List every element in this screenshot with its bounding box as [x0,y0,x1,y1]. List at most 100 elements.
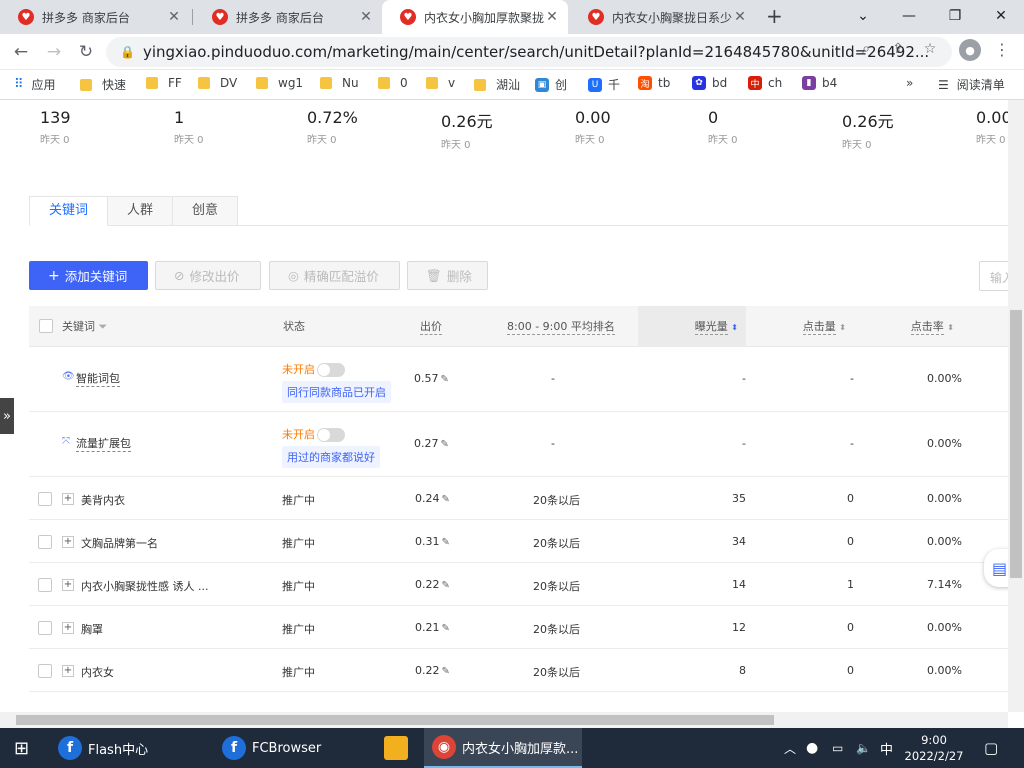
tray-overflow-icon[interactable]: ︿ [784,728,796,768]
add-keyword-button[interactable]: + 添加关键词 [29,261,148,290]
metric-item: 0.00 昨天 0 [976,108,1008,146]
sort-icon: ⬍ [839,323,846,332]
taskbar-chrome[interactable]: ◉ 内衣女小胸加厚款... [424,728,582,768]
delete-button[interactable]: 🗑 删除 [407,261,488,290]
edit-icon[interactable]: ✎ [441,439,449,450]
bookmark-apps[interactable]: ⠿ 应用 [14,76,56,93]
expand-plus-icon[interactable]: + [62,622,74,634]
folder-icon [384,736,408,760]
bookmark-folder[interactable]: 快速 [80,76,126,93]
folder-icon [426,77,438,89]
header-impressions[interactable]: 曝光量 ⬍ [638,306,746,347]
row-checkbox[interactable] [38,621,52,635]
bookmarks-overflow-icon[interactable]: » [906,76,913,90]
select-all-checkbox[interactable] [39,319,53,333]
bookmark-folder[interactable]: 湖汕 [474,76,520,93]
browser-tab[interactable]: ♥ 内衣女小胸聚拢日系少 ✕ [570,0,756,34]
notification-icon[interactable]: ▢ [984,728,998,768]
header-clicks[interactable]: 点击量 ⬍ [746,306,854,347]
bookmark-item[interactable]: 中 ch [748,76,782,90]
smart-package-toggle[interactable] [317,363,345,377]
vertical-scrollbar-thumb[interactable] [1010,310,1022,578]
expand-plus-icon[interactable]: + [62,579,74,591]
baidu-paw-icon: ✿ [692,76,706,90]
expand-plus-icon[interactable]: + [62,493,74,505]
bookmark-folder[interactable]: Nu [320,76,359,90]
browser-tab[interactable]: ♥ 拼多多 商家后台 ✕ [194,0,382,34]
reading-list[interactable]: ☰ 阅读清单 [938,76,1005,93]
pinduoduo-favicon-icon: ♥ [588,9,604,25]
exact-match-premium-button[interactable]: ◎ 精确匹配溢价 [269,261,400,290]
ime-indicator[interactable]: 中 [880,728,893,768]
tab-search-chevron-icon[interactable]: ⌄ [840,2,886,30]
bookmark-folder[interactable]: wg1 [256,76,303,90]
edit-icon[interactable]: ✎ [442,494,450,505]
forward-arrow-icon[interactable]: → [42,40,66,64]
network-icon[interactable]: ▭ [832,728,843,768]
more-menu-icon[interactable]: ⋮ [992,39,1012,59]
taskbar-flash-center[interactable]: f Flash中心 [58,728,148,768]
edit-icon[interactable]: ✎ [442,580,450,591]
header-ctr[interactable]: 点击率 ⬍ [854,306,962,347]
bookmark-folder[interactable]: v [426,76,455,90]
tab-creative[interactable]: 创意 [173,196,239,226]
windows-start-icon[interactable]: ⊞ [14,728,29,768]
edit-icon[interactable]: ✎ [442,623,450,634]
minimize-icon[interactable]: — [886,2,932,30]
bookmark-item[interactable]: ✿ bd [692,76,727,90]
close-icon[interactable]: ✕ [732,9,748,25]
horizontal-scrollbar-thumb[interactable] [16,715,774,725]
profile-avatar-icon[interactable]: ● [959,39,981,61]
tab-audience[interactable]: 人群 [108,196,174,226]
expand-plus-icon[interactable]: + [62,665,74,677]
close-icon[interactable]: ✕ [166,9,182,25]
browser-tab[interactable]: ♥ 拼多多 商家后台 ✕ [0,0,190,34]
traffic-expansion-ctr: 0.00% [927,437,962,450]
share-icon[interactable]: ⇪ [888,39,908,59]
close-icon[interactable]: ✕ [358,9,374,25]
restore-icon[interactable]: ❐ [932,2,978,30]
address-bar[interactable]: 🔒 yingxiao.pinduoduo.com/marketing/main/… [106,37,952,67]
filter-icon[interactable]: ⏷ [99,320,108,333]
bookmark-folder[interactable]: DV [198,76,237,90]
back-arrow-icon[interactable]: ← [9,40,33,64]
bookmark-folder[interactable]: 0 [378,76,408,90]
lock-icon: 🔒 [120,45,135,59]
bookmark-item[interactable]: ▮ b4 [802,76,837,90]
bookmark-item[interactable]: 淘 tb [638,76,670,90]
reload-icon[interactable]: ↻ [74,40,98,64]
taskbar-file-explorer[interactable] [384,728,414,768]
volume-icon[interactable]: 🔈 [856,728,871,768]
tab-title: 拼多多 商家后台 [42,10,130,25]
expand-plus-icon[interactable]: + [62,536,74,548]
smart-package-name[interactable]: 智能词包 [76,370,120,387]
traffic-expansion-toggle[interactable] [317,428,345,442]
edit-icon[interactable]: ✎ [442,666,450,677]
tab-keywords[interactable]: 关键词 [29,196,109,226]
clock[interactable]: 9:00 2022/2/27 [902,728,966,768]
edit-icon[interactable]: ✎ [442,537,450,548]
tab-title: 拼多多 商家后台 [236,10,324,25]
close-icon[interactable]: ✕ [544,9,560,25]
window-close-icon[interactable]: ✕ [978,2,1024,30]
row-checkbox[interactable] [38,492,52,506]
bookmark-star-icon[interactable]: ☆ [920,39,940,59]
browser-tab-active[interactable]: ♥ 内衣女小胸加厚款聚拢 ✕ [382,0,568,34]
edit-icon[interactable]: ✎ [441,374,449,385]
row-checkbox[interactable] [38,535,52,549]
header-keyword[interactable]: 关键词 ⏷ [62,306,107,347]
new-tab-plus-icon[interactable]: + [766,4,783,28]
side-panel-expand-icon[interactable]: » [0,398,14,434]
qq-tray-icon[interactable]: ● [806,728,818,768]
zoom-icon[interactable]: ⌕ [856,39,876,59]
bookmark-folder[interactable]: FF [146,76,182,90]
keyword-search-input[interactable]: 输入 [979,261,1008,291]
edit-bid-button[interactable]: ⊘ 修改出价 [155,261,261,290]
bookmark-item[interactable]: U千 [588,76,620,93]
row-checkbox[interactable] [38,578,52,592]
traffic-expansion-name[interactable]: 流量扩展包 [76,435,131,452]
bookmark-item[interactable]: ▣ 创 [535,76,567,93]
taskbar-fcbrowser[interactable]: f FCBrowser [222,728,321,768]
row-checkbox[interactable] [38,664,52,678]
bid-cell: 0.24 ✎ [415,492,450,505]
